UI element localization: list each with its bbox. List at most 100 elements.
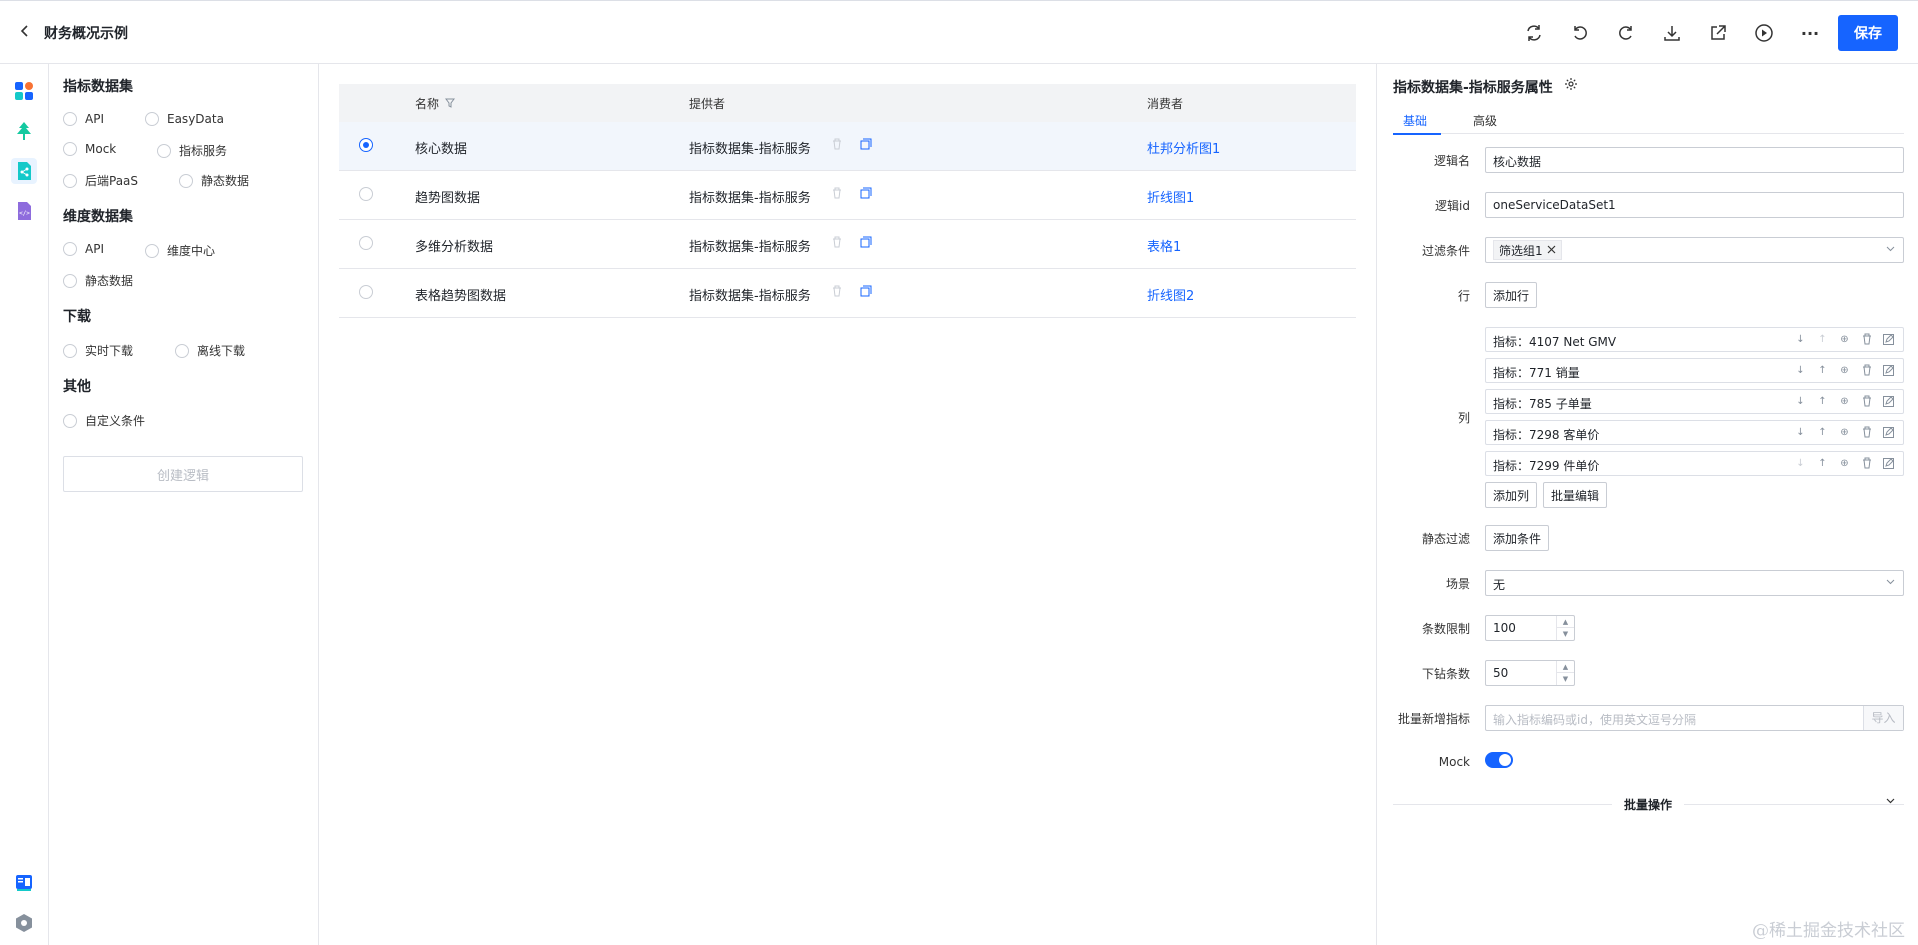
arrow-down-icon[interactable]: ↓ — [1794, 332, 1807, 346]
components-icon[interactable] — [11, 78, 37, 104]
increment-icon[interactable]: ▲ — [1557, 661, 1574, 673]
limit-stepper[interactable]: 100 ▲ ▼ — [1485, 615, 1575, 641]
trash-icon[interactable] — [1860, 332, 1873, 346]
download-icon[interactable] — [1660, 21, 1684, 45]
arrow-down-icon[interactable]: ↓ — [1794, 425, 1807, 439]
radio[interactable] — [179, 173, 193, 188]
radio[interactable] — [175, 343, 189, 358]
option-api[interactable]: API — [63, 112, 104, 126]
radio[interactable] — [63, 273, 77, 288]
option-dim-static[interactable]: 静态数据 — [63, 272, 133, 289]
column-item[interactable]: 指标：7298 客单价 ↓ ↑ ⊕ — [1485, 420, 1904, 445]
settings-hexagon-icon[interactable] — [11, 910, 37, 936]
column-item[interactable]: 指标：7299 件单价 ↓ ↑ ⊕ — [1485, 451, 1904, 476]
add-circle-icon[interactable]: ⊕ — [1838, 363, 1851, 377]
arrow-up-icon[interactable]: ↑ — [1816, 332, 1829, 346]
option-easydata[interactable]: EasyData — [145, 112, 224, 126]
chevron-down-icon[interactable] — [1886, 796, 1895, 807]
trash-icon[interactable] — [830, 284, 844, 298]
table-row[interactable]: 趋势图数据 指标数据集-指标服务 折线图1 — [339, 171, 1356, 220]
column-item[interactable]: 指标：785 子单量 ↓ ↑ ⊕ — [1485, 389, 1904, 414]
edit-icon[interactable] — [1882, 332, 1895, 346]
table-row[interactable]: 多维分析数据 指标数据集-指标服务 表格1 — [339, 220, 1356, 269]
decrement-icon[interactable]: ▼ — [1557, 673, 1574, 685]
chevron-left-icon[interactable] — [18, 23, 32, 42]
redo-icon[interactable] — [1614, 21, 1638, 45]
arrow-up-icon[interactable]: ↑ — [1816, 394, 1829, 408]
radio[interactable] — [63, 142, 77, 156]
mock-toggle[interactable] — [1485, 752, 1513, 768]
trash-icon[interactable] — [1860, 456, 1873, 470]
add-column-button[interactable]: 添加列 — [1485, 482, 1538, 508]
add-circle-icon[interactable]: ⊕ — [1838, 332, 1851, 346]
option-metric-service[interactable]: 指标服务 — [157, 142, 227, 159]
tree-icon[interactable] — [11, 118, 37, 144]
create-logic-button[interactable]: 创建逻辑 — [63, 456, 303, 492]
radio[interactable] — [63, 343, 77, 358]
trash-icon[interactable] — [1860, 363, 1873, 377]
arrow-down-icon[interactable]: ↓ — [1794, 456, 1807, 470]
row-radio[interactable] — [359, 187, 373, 201]
tab-advanced[interactable]: 高级 — [1473, 112, 1497, 129]
row-consumer-link[interactable]: 杜邦分析图1 — [1147, 138, 1220, 157]
trash-icon[interactable] — [830, 137, 844, 151]
trash-icon[interactable] — [830, 186, 844, 200]
book-icon[interactable] — [11, 870, 37, 896]
edit-icon[interactable] — [1882, 425, 1895, 439]
arrow-up-icon[interactable]: ↑ — [1816, 363, 1829, 377]
save-button[interactable]: 保存 — [1838, 15, 1898, 51]
add-row-button[interactable]: 添加行 — [1485, 282, 1538, 308]
arrow-down-icon[interactable]: ↓ — [1794, 394, 1807, 408]
copy-icon[interactable] — [859, 137, 873, 151]
close-icon[interactable] — [1547, 243, 1556, 257]
option-static-data[interactable]: 静态数据 — [179, 172, 249, 189]
row-radio[interactable] — [359, 285, 373, 299]
column-item[interactable]: 指标：4107 Net GMV ↓ ↑ ⊕ — [1485, 327, 1904, 352]
option-backend-paas[interactable]: 后端PaaS — [63, 172, 138, 189]
table-row[interactable]: 表格趋势图数据 指标数据集-指标服务 折线图2 — [339, 269, 1356, 318]
tab-basic[interactable]: 基础 — [1403, 112, 1427, 129]
more-icon[interactable]: ··· — [1798, 21, 1822, 45]
radio[interactable] — [63, 242, 77, 256]
increment-icon[interactable]: ▲ — [1557, 616, 1574, 628]
filter-select[interactable]: 筛选组1 — [1485, 237, 1904, 263]
arrow-down-icon[interactable]: ↓ — [1794, 363, 1807, 377]
trash-icon[interactable] — [1860, 394, 1873, 408]
filter-icon[interactable] — [445, 97, 455, 111]
arrow-up-icon[interactable]: ↑ — [1816, 425, 1829, 439]
option-mock[interactable]: Mock — [63, 142, 116, 156]
radio[interactable] — [63, 112, 77, 126]
table-row[interactable]: 核心数据 指标数据集-指标服务 杜邦分析图1 — [339, 122, 1356, 171]
radio[interactable] — [145, 243, 159, 258]
preview-icon[interactable] — [1752, 21, 1776, 45]
trash-icon[interactable] — [830, 235, 844, 249]
radio[interactable] — [63, 173, 77, 188]
undo-icon[interactable] — [1568, 21, 1592, 45]
edit-icon[interactable] — [1882, 456, 1895, 470]
row-radio[interactable] — [359, 236, 373, 250]
sync-icon[interactable] — [1522, 21, 1546, 45]
option-custom-condition[interactable]: 自定义条件 — [63, 412, 145, 429]
radio[interactable] — [157, 143, 171, 158]
logic-id-input[interactable]: oneServiceDataSet1 — [1485, 192, 1904, 218]
copy-icon[interactable] — [859, 186, 873, 200]
option-offline-download[interactable]: 离线下载 — [175, 342, 245, 359]
batch-edit-button[interactable]: 批量编辑 — [1543, 482, 1608, 508]
radio[interactable] — [145, 112, 159, 126]
batch-add-input[interactable]: 输入指标编码或id，使用英文逗号分隔 导入 — [1485, 705, 1904, 731]
radio[interactable] — [63, 413, 77, 428]
drill-limit-stepper[interactable]: 50 ▲ ▼ — [1485, 660, 1575, 686]
edit-icon[interactable] — [1882, 363, 1895, 377]
add-condition-button[interactable]: 添加条件 — [1485, 525, 1550, 551]
option-dim-api[interactable]: API — [63, 242, 104, 256]
dataset-icon[interactable] — [11, 158, 37, 184]
option-dim-center[interactable]: 维度中心 — [145, 242, 215, 259]
edit-icon[interactable] — [1882, 394, 1895, 408]
column-item[interactable]: 指标：771 销量 ↓ ↑ ⊕ — [1485, 358, 1904, 383]
trash-icon[interactable] — [1860, 425, 1873, 439]
logic-name-input[interactable]: 核心数据 — [1485, 147, 1904, 173]
copy-icon[interactable] — [859, 235, 873, 249]
export-icon[interactable] — [1706, 21, 1730, 45]
row-consumer-link[interactable]: 折线图2 — [1147, 285, 1194, 304]
row-consumer-link[interactable]: 折线图1 — [1147, 187, 1194, 206]
